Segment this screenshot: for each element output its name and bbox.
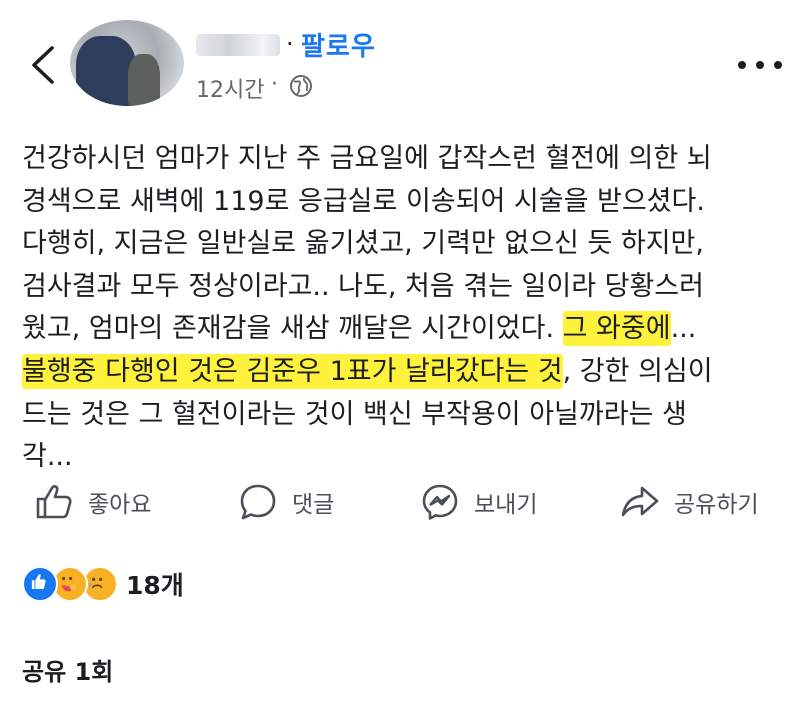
reaction-summary[interactable]: 18개 xyxy=(22,566,184,602)
post-action-bar: 좋아요 댓글 보내기 공유하기 xyxy=(0,478,800,526)
follow-button[interactable]: 팔로우 xyxy=(301,26,376,63)
send-label: 보내기 xyxy=(474,492,538,518)
post-text-segment: 검사결과 모두 정상이라고.. 나도, 처음 겪는 일이라 당황스러 xyxy=(22,270,704,302)
post-text-segment: 드는 것은 그 혈전이라는 것이 백신 부작용이 아닐까라는 생 xyxy=(22,398,687,430)
post-text-segment: ... xyxy=(670,313,697,345)
back-button[interactable] xyxy=(26,42,60,88)
share-count[interactable]: 공유 1회 xyxy=(22,652,113,687)
more-options-dot xyxy=(738,61,746,69)
reaction-count[interactable]: 18개 xyxy=(126,566,184,602)
post-text-segment: 각... xyxy=(22,441,73,473)
avatar-figure xyxy=(76,36,136,106)
post-text-segment: , 강한 의심이 xyxy=(562,355,713,387)
post-text-segment: 웠고, 엄마의 존재감을 새삼 깨달은 시간이었다. xyxy=(22,313,563,345)
avatar-figure-secondary xyxy=(128,54,160,106)
comment-button[interactable]: 댓글 xyxy=(238,478,334,526)
author-name-redacted[interactable] xyxy=(196,34,280,56)
more-options-dot xyxy=(756,61,764,69)
post-text-line: 건강하시던 엄마가 지난 주 금요일에 갑작스런 혈전에 의한 뇌 xyxy=(22,138,782,181)
comment-bubble-icon xyxy=(240,484,276,520)
post-text-line: 드는 것은 그 혈전이라는 것이 백신 부작용이 아닐까라는 생 xyxy=(22,394,782,437)
post-text-segment: 다행히, 지금은 일반실로 옮기셨고, 기력만 없으신 듯 하지만, xyxy=(22,228,704,260)
like-label: 좋아요 xyxy=(88,492,152,518)
post-text-line: 각... xyxy=(22,436,782,479)
messenger-icon xyxy=(422,484,458,520)
post-text-segment: 경색으로 새벽에 119로 응급실로 이송되어 시술을 받으셨다. xyxy=(22,185,705,217)
highlighted-text: 그 와중에 xyxy=(562,311,671,347)
more-options-button[interactable] xyxy=(738,54,782,76)
like-reaction-icon xyxy=(22,566,58,602)
share-arrow-icon xyxy=(621,486,659,517)
post-text-line: 다행히, 지금은 일반실로 옮기셨고, 기력만 없으신 듯 하지만, xyxy=(22,223,782,266)
facebook-post-view: · 팔로우 12시간 · 건강하시던 엄마가 지난 주 금요일에 갑작스런 혈전… xyxy=(0,0,800,705)
post-timestamp[interactable]: 12시간 xyxy=(196,72,264,104)
thumbs-up-icon xyxy=(36,485,72,519)
globe-icon xyxy=(290,75,312,97)
send-button[interactable]: 보내기 xyxy=(420,478,537,526)
profile-avatar[interactable] xyxy=(70,20,184,106)
comment-label: 댓글 xyxy=(292,492,335,518)
post-text-line: 경색으로 새벽에 119로 응급실로 이송되어 시술을 받으셨다. xyxy=(22,181,782,224)
like-button[interactable]: 좋아요 xyxy=(34,478,151,526)
post-body: 건강하시던 엄마가 지난 주 금요일에 갑작스런 혈전에 의한 뇌경색으로 새벽… xyxy=(22,138,782,479)
timestamp-separator: · xyxy=(271,72,278,97)
share-button[interactable]: 공유하기 xyxy=(620,478,759,526)
post-text-line: 불행중 다행인 것은 김준우 1표가 날라갔다는 것, 강한 의심이 xyxy=(22,351,782,394)
post-text-line: 검사결과 모두 정상이라고.. 나도, 처음 겪는 일이라 당황스러 xyxy=(22,266,782,309)
highlighted-text: 불행중 다행인 것은 김준우 1표가 날라갔다는 것 xyxy=(22,353,563,389)
share-label: 공유하기 xyxy=(674,492,759,518)
post-text-segment: 건강하시던 엄마가 지난 주 금요일에 갑작스런 혈전에 의한 뇌 xyxy=(22,143,712,174)
more-options-dot xyxy=(774,61,782,69)
follow-separator: · xyxy=(286,30,294,58)
post-text-line: 웠고, 엄마의 존재감을 새삼 깨달은 시간이었다. 그 와중에... xyxy=(22,308,782,351)
back-chevron-icon xyxy=(32,46,54,84)
